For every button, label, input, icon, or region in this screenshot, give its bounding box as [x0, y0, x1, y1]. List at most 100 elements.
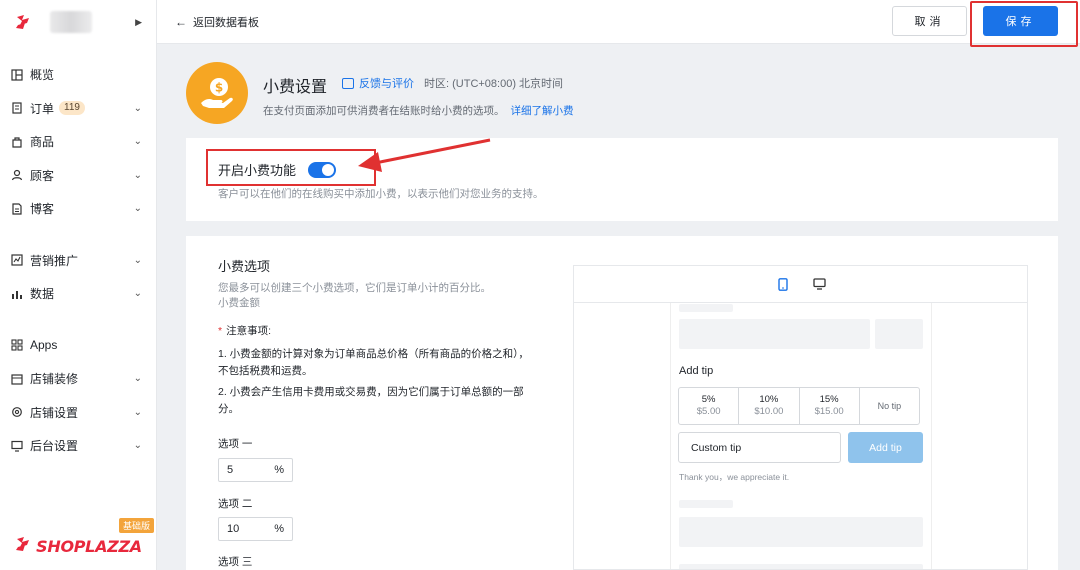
sidebar-item-label: 营销推广 [30, 253, 79, 268]
product-icon [10, 135, 24, 149]
save-button[interactable]: 保存 [983, 6, 1058, 36]
tip-percent: 15% [819, 394, 839, 405]
chevron-down-icon: ⌄ [133, 440, 142, 452]
shoplazza-logo: SHOPLAZZA 基础版 [0, 518, 156, 570]
note-line: 2. 小费会产生信用卡费用或交易费，因为它们属于订单总额的一部 [218, 386, 524, 398]
option-one-label: 选项 一 [218, 438, 253, 450]
sidebar-item-label: 后台设置 [30, 439, 79, 454]
tip-options-description: 您最多可以创建三个小费选项，它们是订单小计的百分比。 小费金额 [218, 281, 491, 311]
option-two-input[interactable]: 10 % [218, 517, 293, 541]
required-star: * [218, 325, 223, 337]
sidebar-item-customers[interactable]: 顾客 ⌄ [0, 159, 156, 193]
learn-more-link[interactable]: 详细了解小费 [511, 105, 574, 117]
logo-text: SHOPLAZZA [36, 536, 142, 556]
tip-amount: $10.00 [754, 406, 784, 417]
sidebar-item-admin-settings[interactable]: 后台设置 ⌄ [0, 429, 156, 463]
feedback-link[interactable]: 反馈与评价 [342, 75, 414, 91]
sidebar: ▶ 概览 订单 119 ⌄ 商品 ⌄ 顾客 ⌄ 博客 ⌄ 营销推广 ⌄ 数据 ⌄… [0, 0, 157, 570]
note-title-text: 注意事项: [226, 325, 272, 337]
skeleton-bar [679, 517, 923, 547]
order-icon [10, 101, 24, 115]
sidebar-item-store-settings[interactable]: 店铺设置 ⌄ [0, 396, 156, 430]
tip-percent: 10% [759, 394, 779, 405]
store-switcher[interactable]: ▶ [0, 0, 156, 44]
feedback-label: 反馈与评价 [359, 78, 414, 90]
no-tip-label: No tip [877, 401, 902, 411]
tip-percent: 5% [701, 394, 716, 405]
skeleton-bar [679, 564, 923, 569]
sidebar-item-label: 概览 [30, 68, 55, 83]
desc-line: 小费金额 [218, 297, 260, 309]
option-three-label: 选项 三 [218, 556, 253, 568]
note-line: 1. 小费金额的计算对象为订单商品总价格（所有商品的价格之和）， [218, 348, 529, 360]
tip-choice-15[interactable]: 15% $15.00 [800, 388, 860, 424]
timezone-text: 时区: (UTC+08:00) 北京时间 [424, 78, 564, 90]
chevron-down-icon: ⌄ [133, 288, 142, 300]
feedback-icon [342, 77, 354, 89]
option-two-value: 10 [227, 523, 240, 535]
skeleton-bar [679, 319, 870, 349]
sidebar-item-label: 店铺设置 [30, 405, 79, 420]
tip-choice-10[interactable]: 10% $10.00 [739, 388, 800, 424]
nav-spacer [0, 226, 156, 244]
nav-spacer [0, 311, 156, 329]
chevron-down-icon: ⌄ [133, 373, 142, 385]
option-two-label: 选项 二 [218, 498, 253, 510]
sidebar-item-label: 顾客 [30, 168, 55, 183]
chevron-down-icon: ⌄ [133, 254, 142, 266]
tip-choice-5[interactable]: 5% $5.00 [679, 388, 740, 424]
sidebar-item-apps[interactable]: Apps [0, 329, 156, 363]
analytics-icon [10, 287, 24, 301]
option-one-input[interactable]: 5 % [218, 458, 293, 482]
chevron-down-icon: ⌄ [133, 102, 142, 114]
caret-right-icon: ▶ [135, 16, 142, 27]
add-tip-button[interactable]: Add tip [848, 432, 923, 463]
sidebar-item-analytics[interactable]: 数据 ⌄ [0, 277, 156, 311]
note-1: 1. 小费金额的计算对象为订单商品总价格（所有商品的价格之和）， 不包括税费和运… [218, 346, 538, 380]
order-count-badge: 119 [59, 101, 85, 116]
note-line: 分。 [218, 403, 239, 415]
shoplazza-mark-icon [14, 13, 32, 31]
description-text: 在支付页面添加可供消费者在结账时给小费的选项。 [263, 105, 505, 117]
desc-line: 您最多可以创建三个小费选项，它们是订单小计的百分比。 [218, 282, 491, 294]
sidebar-item-marketing[interactable]: 营销推广 ⌄ [0, 244, 156, 278]
tip-choices: 5% $5.00 10% $10.00 15% $15.00 No tip [678, 387, 920, 425]
skeleton-bar [679, 500, 733, 508]
tip-toggle-switch[interactable] [308, 162, 336, 178]
skeleton-bar [875, 319, 923, 349]
apps-icon [10, 338, 24, 352]
sidebar-item-products[interactable]: 商品 ⌄ [0, 125, 156, 159]
sidebar-item-orders[interactable]: 订单 119 ⌄ [0, 92, 156, 126]
add-tip-title: Add tip [679, 365, 714, 377]
option-one-value: 5 [227, 464, 234, 476]
device-switch-bar [574, 266, 1027, 303]
tip-amount: $5.00 [696, 406, 721, 417]
tip-choice-none[interactable]: No tip [860, 388, 919, 424]
arrow-left-icon: ← [175, 15, 187, 29]
sidebar-item-label: 订单 [30, 101, 55, 116]
percent-unit: % [274, 523, 284, 535]
admin-settings-icon [10, 439, 24, 453]
overview-icon [10, 68, 24, 82]
page-description: 在支付页面添加可供消费者在结账时给小费的选项。 详细了解小费 [263, 103, 574, 118]
sidebar-item-store-design[interactable]: 店铺装修 ⌄ [0, 362, 156, 396]
chevron-down-icon: ⌄ [133, 136, 142, 148]
plan-tag: 基础版 [118, 518, 154, 533]
cancel-button[interactable]: 取消 [892, 6, 967, 36]
tip-toggle-label: 开启小费功能 [218, 163, 297, 178]
tip-amount: $15.00 [814, 406, 844, 417]
store-design-icon [10, 372, 24, 386]
svg-text:$: $ [215, 81, 223, 95]
sidebar-item-blog[interactable]: 博客 ⌄ [0, 192, 156, 226]
blog-icon [10, 202, 24, 216]
sidebar-item-overview[interactable]: 概览 [0, 58, 156, 92]
note-line: 不包括税费和运费。 [218, 365, 313, 377]
sidebar-item-label: 商品 [30, 135, 55, 150]
checkout-preview: Add tip 5% $5.00 10% $10.00 15% $15.00 N… [573, 265, 1028, 570]
back-link[interactable]: ← 返回数据看板 [175, 14, 259, 30]
desktop-view-icon[interactable] [812, 277, 826, 291]
mobile-view-icon[interactable] [776, 277, 790, 291]
custom-tip-input[interactable]: Custom tip [678, 432, 841, 463]
sidebar-item-label: Apps [30, 338, 58, 353]
page-title: 小费设置 [263, 79, 328, 96]
